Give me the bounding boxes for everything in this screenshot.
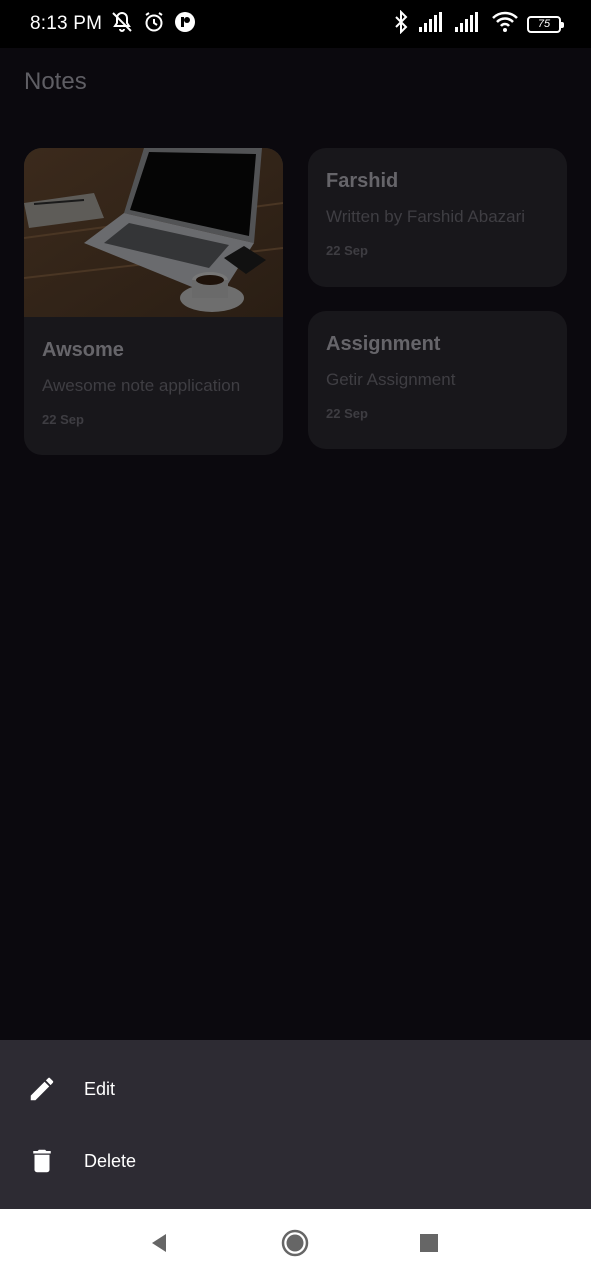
note-date: 22 Sep	[326, 406, 368, 421]
status-time: 8:13 PM	[30, 13, 103, 34]
status-bar: 8:13 PM 75	[0, 0, 591, 48]
battery-icon: 75	[527, 15, 564, 33]
delete-label: Delete	[84, 1150, 137, 1171]
home-button[interactable]	[279, 1229, 311, 1261]
back-button[interactable]	[143, 1229, 175, 1261]
bottom-sheet: Edit Delete	[0, 1040, 591, 1209]
notes-screen: Notes Awsome Awesome note application 22…	[0, 48, 591, 1040]
wifi-icon	[491, 11, 519, 38]
status-right: 75	[391, 9, 564, 39]
note-title: Assignment	[326, 333, 441, 355]
note-date: 22 Sep	[42, 412, 84, 427]
bluetooth-icon	[391, 9, 411, 39]
note-title: Awsome	[42, 339, 124, 361]
page-title: Notes	[24, 68, 87, 95]
alarm-icon	[142, 10, 166, 39]
signal-icon	[455, 11, 483, 37]
edit-option[interactable]: Edit	[0, 1059, 591, 1119]
edit-label: Edit	[84, 1078, 116, 1099]
home-icon	[281, 1229, 309, 1262]
note-card[interactable]: Assignment Getir Assignment 22 Sep	[308, 311, 567, 449]
mute-icon	[110, 10, 134, 39]
note-card[interactable]: Farshid Written by Farshid Abazari 22 Se…	[308, 148, 567, 287]
delete-option[interactable]: Delete	[0, 1131, 591, 1191]
navigation-bar	[0, 1209, 591, 1280]
note-subtitle: Awesome note application	[42, 376, 241, 395]
recents-icon	[419, 1233, 439, 1258]
note-subtitle: Getir Assignment	[326, 370, 456, 389]
note-subtitle: Written by Farshid Abazari	[326, 207, 526, 226]
pencil-icon	[26, 1073, 58, 1105]
note-card[interactable]: Awsome Awesome note application 22 Sep	[24, 148, 283, 455]
app-notification-icon	[174, 11, 196, 38]
note-title: Farshid	[326, 170, 399, 192]
signal-icon	[419, 11, 447, 37]
battery-level: 75	[537, 18, 551, 30]
note-date: 22 Sep	[326, 243, 368, 258]
status-left: 8:13 PM	[30, 10, 196, 39]
recents-button[interactable]	[413, 1229, 445, 1261]
back-icon	[148, 1232, 170, 1259]
trash-icon	[26, 1145, 58, 1177]
note-image	[24, 148, 283, 317]
